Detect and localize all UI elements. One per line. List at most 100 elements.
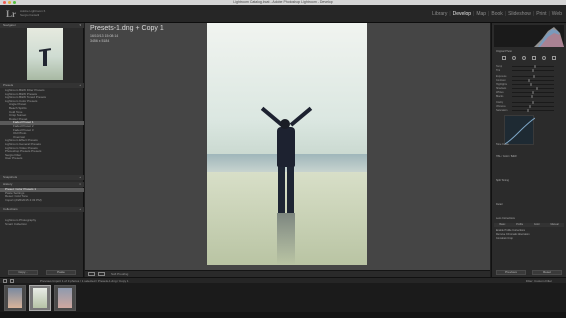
module-slideshow[interactable]: Slideshow	[508, 11, 531, 17]
slider-label: Shadows	[496, 87, 507, 90]
snapshots-header[interactable]: Snapshots +	[0, 175, 84, 180]
slider-thumb[interactable]	[528, 105, 531, 108]
slider-tint[interactable]: Tint	[496, 69, 562, 72]
before-after-icon[interactable]	[98, 272, 105, 276]
slider-exposure[interactable]: Exposure	[496, 75, 562, 78]
slider-label: Exposure	[496, 75, 507, 78]
slider-track[interactable]	[512, 88, 554, 89]
slider-thumb[interactable]	[530, 83, 532, 86]
collection-item[interactable]: Smart Collection	[0, 223, 84, 227]
slider-saturation[interactable]: Saturation	[496, 109, 562, 112]
slider-thumb[interactable]	[532, 75, 535, 78]
slider-blacks[interactable]: Blacks	[496, 95, 562, 98]
clear-history-icon[interactable]: ×	[79, 182, 81, 187]
module-separator: |	[473, 11, 475, 17]
filmstrip-thumbnail-selected[interactable]	[29, 285, 51, 311]
slider-track[interactable]	[512, 110, 554, 111]
slider-label: Whites	[496, 91, 504, 94]
slider-whites[interactable]: Whites	[496, 91, 562, 94]
slider-label: Vibrance	[496, 105, 506, 108]
slider-label: Saturation	[496, 109, 508, 112]
lens-correction-tabs: Basic Profile Color Manual	[494, 223, 564, 227]
module-map[interactable]: Map	[476, 11, 486, 17]
photo-person-left-leg	[278, 165, 285, 213]
main-photo[interactable]	[207, 23, 367, 265]
bottom-panel-toggle[interactable]	[0, 312, 566, 318]
collections-header[interactable]: Collections +	[0, 207, 84, 212]
soft-proofing-checkbox[interactable]: Soft Proofing	[111, 272, 128, 276]
slider-clarity[interactable]: Clarity	[496, 101, 562, 104]
slider-label: Contrast	[496, 79, 506, 82]
slider-thumb[interactable]	[527, 109, 530, 112]
history-step[interactable]: Import (2/26/2015 4:33 PM)	[0, 199, 84, 203]
tone-curve-label[interactable]: Tone Curve	[496, 143, 509, 146]
photo-person-body	[277, 127, 295, 167]
adjustment-brush-icon[interactable]	[552, 56, 556, 60]
slider-thumb[interactable]	[528, 79, 530, 82]
slider-highlights[interactable]: Highlights	[496, 83, 562, 86]
enable-profile-checkbox[interactable]: Enable Profile Corrections	[496, 229, 525, 232]
slider-thumb[interactable]	[531, 95, 534, 98]
slider-track[interactable]	[512, 80, 554, 81]
tab-basic[interactable]: Basic	[499, 223, 505, 227]
slider-thumb[interactable]	[534, 65, 536, 68]
collapse-triangle-icon[interactable]: ▾	[79, 23, 81, 28]
slider-label: Clarity	[496, 101, 504, 104]
hsl-label[interactable]: HSL / Color / B&W	[496, 155, 517, 158]
slider-thumb[interactable]	[536, 87, 538, 90]
history-list: Preset: Color Presets 1 Paste Settings R…	[0, 188, 84, 202]
slider-thumb[interactable]	[532, 69, 534, 72]
graduated-filter-icon[interactable]	[532, 56, 536, 60]
add-preset-icon[interactable]: +	[79, 83, 81, 88]
tab-manual[interactable]: Manual	[550, 223, 558, 227]
radial-filter-icon[interactable]	[542, 56, 546, 60]
slider-temp[interactable]: Temp	[496, 65, 562, 68]
histogram[interactable]	[494, 25, 564, 47]
snapshots-label: Snapshots	[3, 175, 18, 179]
slider-contrast[interactable]: Contrast	[496, 79, 562, 82]
preset-folder[interactable]: User Presets	[0, 157, 84, 161]
slider-thumb[interactable]	[532, 101, 534, 104]
presets-label: Presets	[3, 83, 14, 87]
left-panel: Navigator ▾ Presets + Lightroom B&W Filt…	[0, 23, 84, 277]
loupe-view-icon[interactable]	[88, 272, 95, 276]
slider-track[interactable]	[512, 66, 554, 67]
right-panel: Original Photo Temp Tint Exposure Contrast H…	[491, 23, 566, 277]
spot-removal-icon[interactable]	[512, 56, 516, 60]
add-collection-icon[interactable]: +	[79, 207, 81, 212]
slider-shadows[interactable]: Shadows	[496, 87, 562, 90]
tab-color[interactable]: Color	[534, 223, 540, 227]
split-toning-label[interactable]: Split Toning	[496, 179, 509, 182]
navigator-preview[interactable]	[27, 28, 63, 80]
tab-profile[interactable]: Profile	[516, 223, 523, 227]
lens-corrections-label[interactable]: Lens Corrections	[496, 217, 515, 220]
collections-list: Lightroom Photography Smart Collection	[0, 219, 84, 226]
original-photo-label: Original Photo	[496, 50, 512, 53]
slider-track[interactable]	[512, 84, 554, 85]
module-develop[interactable]: Develop	[453, 11, 471, 17]
tool-strip	[502, 56, 556, 60]
reset-button[interactable]: Reset	[532, 270, 562, 275]
filmstrip-thumbnail[interactable]	[4, 285, 26, 311]
remove-ca-checkbox[interactable]: Remove Chromatic Aberration	[496, 233, 530, 236]
slider-track[interactable]	[512, 106, 554, 107]
add-snapshot-icon[interactable]: +	[79, 175, 81, 180]
presets-header[interactable]: Presets +	[0, 83, 84, 88]
history-header[interactable]: History ×	[0, 182, 84, 187]
module-library[interactable]: Library	[432, 11, 447, 17]
constrain-crop-checkbox[interactable]: Constrain Crop	[496, 237, 513, 240]
copy-button[interactable]: Copy...	[8, 270, 38, 275]
paste-button[interactable]: Paste	[46, 270, 76, 275]
thumbnail-image	[8, 288, 22, 308]
module-print[interactable]: Print	[536, 11, 546, 17]
red-eye-icon[interactable]	[522, 56, 526, 60]
detail-label[interactable]: Detail	[496, 203, 502, 206]
module-book[interactable]: Book	[491, 11, 502, 17]
module-web[interactable]: Web	[552, 11, 562, 17]
slider-thumb[interactable]	[532, 91, 534, 94]
filmstrip-thumbnail[interactable]	[54, 285, 76, 311]
crop-tool-icon[interactable]	[502, 56, 506, 60]
previous-button[interactable]: Previous	[496, 270, 526, 275]
tone-curve-graph[interactable]	[504, 115, 536, 145]
slider-vibrance[interactable]: Vibrance	[496, 105, 562, 108]
